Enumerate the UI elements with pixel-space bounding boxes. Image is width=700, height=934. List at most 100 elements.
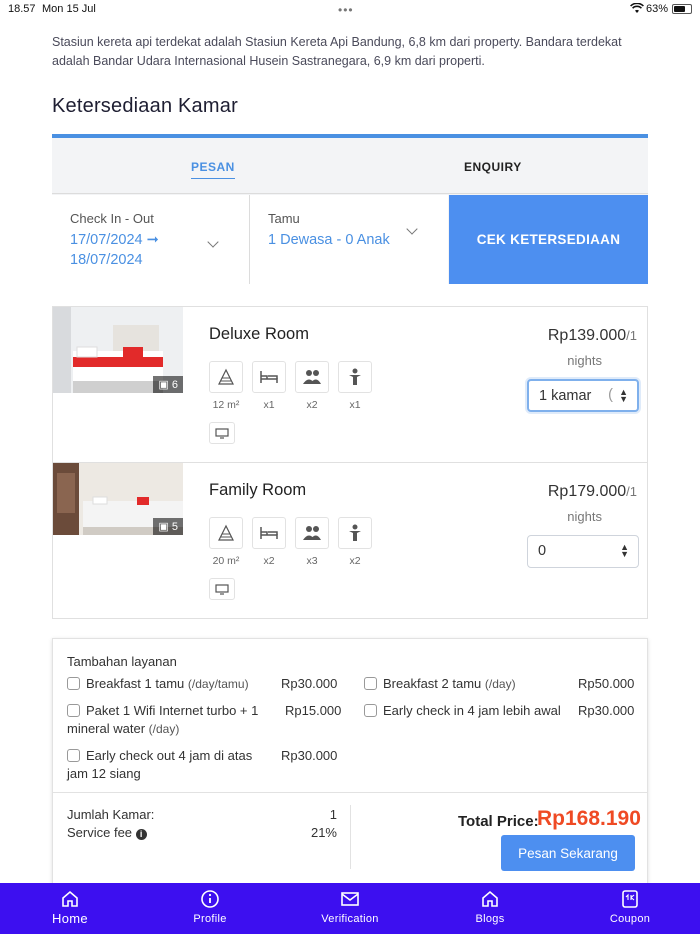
bed-icon [252,361,286,393]
service-option[interactable]: Early check in 4 jam lebih awal [364,702,584,720]
nav-label: Profile [193,913,227,925]
rooms-count-label: Jumlah Kamar: [67,807,155,822]
checkbox[interactable] [364,704,377,717]
room-quantity-value: 0 [538,543,547,559]
status-bar: 18.57 Mon 15 Jul ••• 63% [0,0,700,20]
area-icon [209,517,243,549]
service-option[interactable]: Breakfast 1 tamu (/day/tamu) [67,675,267,693]
home-icon [62,890,78,907]
room-row-deluxe: ▣ 6 Deluxe Room 12 m² x1 x2 x1 Rp139.000… [53,307,647,463]
room-name[interactable]: Deluxe Room [209,325,309,344]
total-price-label: Total Price: [458,813,539,830]
booking-tabs: PESAN ENQUIRY [52,138,648,194]
room-nights: nights [567,509,602,524]
checkbox[interactable] [67,704,80,717]
amenity-label: 12 m² [212,399,240,411]
room-price-value: Rp139.000 [547,327,627,344]
total-price-value: Rp168.190 [537,807,641,830]
room-quantity-select[interactable]: 1 kamar ( ▲ ▼ [527,379,639,412]
room-photo[interactable]: ▣ 5 [53,463,183,535]
nav-label: Blogs [475,913,505,925]
service-sub: (/day) [484,677,516,691]
room-photo[interactable]: ▣ 6 [53,307,183,393]
section-title: Ketersediaan Kamar [52,95,238,117]
tv-icon [209,578,235,600]
area-icon [209,361,243,393]
amenity-label: x2 [349,555,361,567]
book-now-button[interactable]: Pesan Sekarang [501,835,635,871]
bottom-nav: Home Profile Verification Blogs Coupon [0,883,700,934]
divider [350,805,351,869]
guest-picker[interactable]: Tamu 1 Dewasa - 0 Anak [250,195,448,284]
service-price: Rp50.000 [578,676,635,691]
checkbox[interactable] [67,677,80,690]
select-arrows-icon: ▲ ▼ [620,542,629,559]
service-price: Rp30.000 [578,703,635,718]
service-option[interactable]: Early check out 4 jam di atas jam 12 sia… [67,747,267,783]
tab-enquiry[interactable]: ENQUIRY [464,160,522,174]
booking-panel: PESAN ENQUIRY Check In - Out 17/07/2024 … [52,134,648,284]
rooms-list: ▣ 6 Deluxe Room 12 m² x1 x2 x1 Rp139.000… [52,306,648,619]
room-row-family: ▣ 5 Family Room 20 m² x2 x3 x2 Rp179.000… [53,463,647,619]
image-icon: ▣ [158,379,172,391]
photo-count: ▣ 5 [153,518,183,535]
status-date: Mon 15 Jul [42,3,96,15]
checkbox[interactable] [364,677,377,690]
amenity-label: x1 [349,399,361,411]
rooms-count-value: 1 [329,807,337,822]
image-icon: ▣ [158,521,172,533]
info-circle-icon [201,890,219,908]
coupon-icon [622,890,638,908]
room-quantity-select[interactable]: 0 ▲ ▼ [527,535,639,568]
nav-item-home[interactable]: Home [10,883,130,934]
room-price: Rp139.000/1 [548,327,637,345]
room-nights: nights [567,353,602,368]
tab-pesan[interactable]: PESAN [191,160,235,179]
wifi-icon [630,2,644,17]
room-price-value: Rp179.000 [547,483,627,500]
service-option[interactable]: Breakfast 2 tamu (/day) [364,675,564,693]
photo-count-value: 5 [171,521,178,533]
home-icon [482,890,498,907]
service-price: Rp30.000 [281,748,338,763]
nav-item-profile[interactable]: Profile [150,883,270,934]
service-fee-text: Service fee [67,825,133,840]
room-quantity-value: 1 kamar [539,388,592,404]
adults-icon [295,517,329,549]
checkbox[interactable] [67,749,80,762]
status-time: 18.57 [8,3,36,15]
checkin-picker[interactable]: Check In - Out 17/07/2024 ➞ 18/07/2024 [52,195,250,284]
nav-label: Home [52,911,88,926]
nav-item-coupon[interactable]: Coupon [570,883,690,934]
service-price: Rp15.000 [285,703,342,718]
amenity-label: x3 [306,555,318,567]
select-arrows-icon: ▲ ▼ [619,387,628,404]
amenity-label: 20 m² [212,555,240,567]
chevron-down-icon[interactable] [207,236,219,248]
guest-label: Tamu [268,211,300,226]
room-name[interactable]: Family Room [209,481,306,500]
photo-count-value: 6 [171,379,178,391]
battery-icon [672,4,692,14]
service-price: Rp30.000 [281,676,338,691]
room-price: Rp179.000/1 [548,483,637,501]
multitask-dots-icon[interactable]: ••• [338,3,354,17]
child-icon [338,517,372,549]
services-panel: Tambahan layanan Breakfast 1 tamu (/day/… [52,638,648,888]
service-label: Breakfast 2 tamu [383,676,482,691]
info-icon[interactable]: i [135,829,147,840]
nav-item-blogs[interactable]: Blogs [430,883,550,934]
service-sub: (/day/tamu) [187,677,249,691]
child-icon [338,361,372,393]
bed-icon [252,517,286,549]
check-availability-button[interactable]: CEK KETERSEDIAAN [449,195,648,284]
checkin-label: Check In - Out [70,211,154,226]
service-fee-value: 21% [310,825,337,840]
nav-item-verification[interactable]: Verification [290,883,410,934]
location-description: Stasiun kereta api terdekat adalah Stasi… [52,35,622,68]
room-price-unit: /1 [626,328,637,343]
adults-icon [295,361,329,393]
service-option[interactable]: Paket 1 Wifi Internet turbo + 1 mineral … [67,702,277,738]
checkin-value[interactable]: 17/07/2024 ➞ 18/07/2024 [70,230,200,270]
amenity-label: x1 [263,399,275,411]
